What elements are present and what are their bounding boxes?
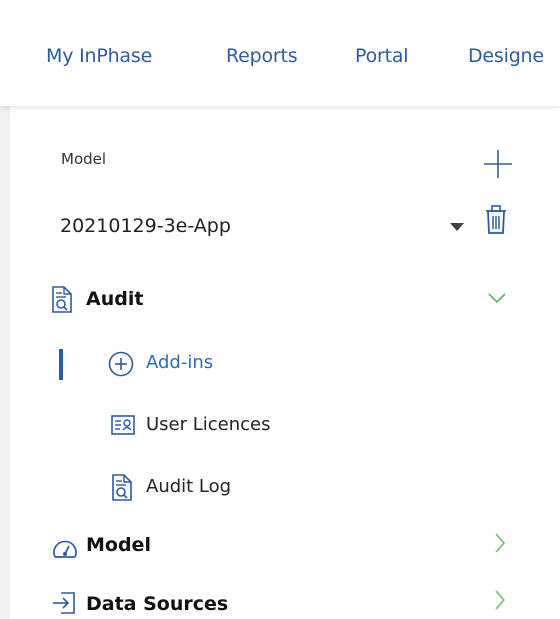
model-selector-value: 20210129-3e-App <box>60 215 231 237</box>
left-gutter <box>0 106 10 619</box>
tree-item-add-ins[interactable]: Add-ins <box>100 346 520 382</box>
audit-document-icon <box>112 474 132 501</box>
tree-item-label: Audit Log <box>146 476 232 497</box>
nav-reports[interactable]: Reports <box>226 45 298 67</box>
nav-portal[interactable]: Portal <box>355 45 409 67</box>
tree-item-audit-log[interactable]: Audit Log <box>100 470 520 506</box>
licence-card-icon <box>111 415 135 435</box>
model-section-label: Model <box>61 150 107 168</box>
trash-icon[interactable] <box>485 205 507 235</box>
chevron-right-icon <box>495 590 506 610</box>
tree-item-user-licences[interactable]: User Licences <box>100 408 520 444</box>
tree-section-audit[interactable]: Audit <box>44 282 524 318</box>
model-selector[interactable]: 20210129-3e-App <box>50 210 470 244</box>
circle-plus-icon <box>108 351 134 377</box>
nav-designer[interactable]: Designe <box>468 45 544 67</box>
tree-section-label: Model <box>86 534 151 556</box>
model-tree-panel: Model 20210129-3e-App Audit Add-ins User… <box>10 106 560 619</box>
tree-section-data-sources[interactable]: Data Sources <box>44 587 524 619</box>
top-navigation-bar: My InPhase Reports Portal Designe <box>0 0 560 106</box>
chevron-down-icon <box>488 293 506 304</box>
chevron-right-icon <box>495 533 506 553</box>
caret-down-icon <box>450 223 464 231</box>
tree-item-label: User Licences <box>146 414 271 435</box>
tree-section-label: Data Sources <box>86 593 229 615</box>
plus-icon[interactable] <box>482 148 514 180</box>
active-item-indicator <box>59 349 63 380</box>
import-icon <box>53 592 75 614</box>
tree-section-label: Audit <box>86 288 144 310</box>
audit-document-icon <box>52 286 72 313</box>
tree-section-model[interactable]: Model <box>44 528 524 564</box>
nav-my-inphase[interactable]: My InPhase <box>46 45 152 67</box>
gauge-icon <box>53 540 77 558</box>
tree-item-label: Add-ins <box>146 352 214 373</box>
